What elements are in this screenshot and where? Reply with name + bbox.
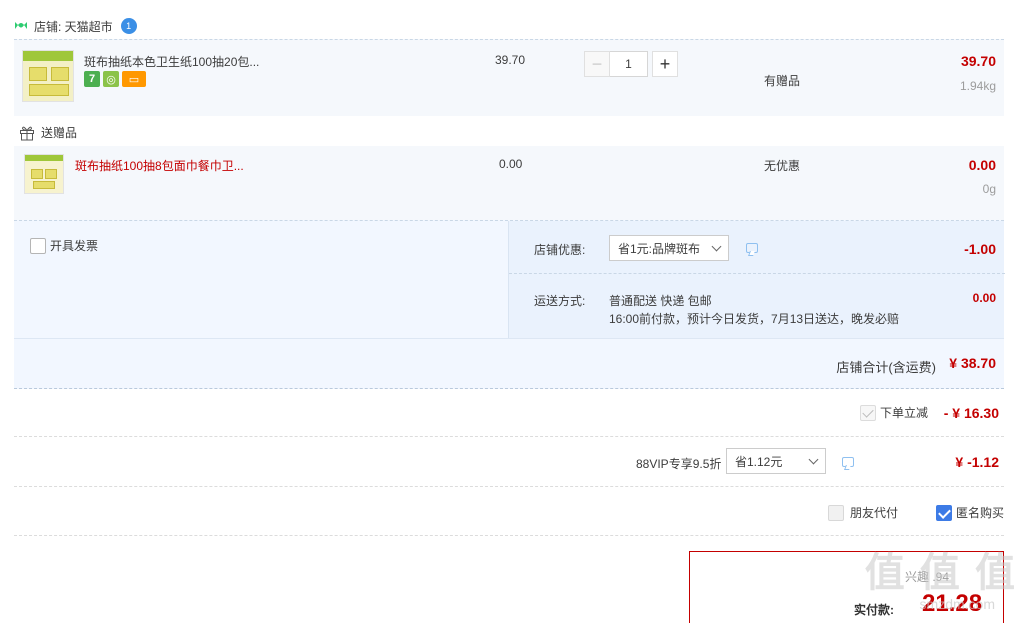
gift-unit-price: 0.00	[499, 157, 523, 171]
chevron-down-icon	[808, 454, 819, 464]
watermark-sub: smzdm.com	[919, 596, 995, 612]
friend-pay-checkbox[interactable]	[828, 504, 844, 521]
friend-pay-option: 朋友代付	[828, 504, 898, 521]
gift-header: 送赠品	[19, 124, 77, 141]
shop-options: 店铺优惠: 省1元:品牌斑布 -1.00 运送方式: 普通配送 快递 包邮 16…	[508, 221, 1005, 338]
shipping-label: 运送方式:	[534, 294, 586, 308]
service-badges: 7 ◎ ▭	[84, 71, 146, 87]
anonymous-option: 匿名购买	[936, 504, 1004, 521]
instant-discount-row: 下单立减	[860, 404, 928, 421]
item-weight: 1.94kg	[959, 79, 996, 93]
item-total: 39.70	[960, 53, 996, 69]
shop-total-label: 店铺合计(含运费)	[836, 360, 936, 375]
vip-label: 88VIP专享9.5折	[636, 457, 722, 471]
instant-discount-checkbox[interactable]	[860, 404, 876, 421]
item-thumbnail[interactable]	[22, 50, 74, 102]
wangwang-chat-icon[interactable]: 1	[120, 18, 137, 34]
vip-discount-select[interactable]: 省1.12元	[726, 448, 826, 474]
shop-discount-selected: 省1元:品牌斑布	[618, 241, 701, 256]
item-unit-price: 39.70	[495, 53, 526, 67]
item-promo: 有赠品	[764, 74, 801, 88]
anonymous-label: 匿名购买	[956, 506, 1005, 520]
guarantee-icon: ◎	[103, 71, 119, 87]
gift-item-row: 斑布抽纸100抽8包面巾餐巾卫... 0.00 无优惠 0.00 0g	[14, 146, 1004, 220]
message-icon[interactable]	[842, 457, 854, 467]
gift-promo: 无优惠	[764, 159, 801, 173]
cart-item-row: 斑布抽纸本色卫生纸100抽20包... 7 ◎ ▭ 39.70 − 1 + 有赠…	[14, 39, 1004, 116]
vip-selected: 省1.12元	[735, 454, 783, 469]
gift-header-label: 送赠品	[41, 126, 78, 140]
order-options: 开具发票 店铺优惠: 省1元:品牌斑布 -1.00 运送方式: 普通配送 快递 …	[14, 220, 1005, 389]
gift-weight: 0g	[982, 182, 996, 196]
payment-label: 实付款:	[854, 603, 894, 617]
shop-total-amount: ¥ 38.70	[949, 355, 996, 371]
message-icon[interactable]	[746, 243, 758, 253]
shop-name[interactable]: 店铺: 天猫超市	[34, 18, 113, 35]
gift-thumbnail[interactable]	[24, 154, 64, 194]
decrease-quantity-button[interactable]: −	[584, 51, 610, 77]
seven-day-return-icon: 7	[84, 71, 100, 87]
invoice-label: 开具发票	[50, 239, 99, 253]
shop-total-row: 店铺合计(含运费) ¥ 38.70	[14, 338, 1004, 389]
shipping-method: 普通配送 快递 包邮	[609, 294, 712, 308]
increase-quantity-button[interactable]: +	[652, 51, 678, 77]
shop-discount-select[interactable]: 省1元:品牌斑布	[609, 235, 729, 261]
shop-header: 店铺: 天猫超市 1	[14, 14, 137, 38]
chevron-down-icon	[711, 241, 722, 251]
instant-discount-amount: - ¥ 16.30	[943, 405, 999, 421]
shipping-detail: 16:00前付款，预计今日发货，7月13日送达，晚发必赔	[609, 312, 900, 326]
shop-discount-amount: -1.00	[964, 241, 996, 257]
anonymous-checkbox[interactable]	[936, 504, 952, 521]
shop-discount-label: 店铺优惠:	[534, 243, 586, 257]
gift-icon	[20, 126, 34, 140]
invoice-checkbox[interactable]	[30, 237, 46, 254]
shipping-amount: 0.00	[972, 291, 996, 305]
item-title[interactable]: 斑布抽纸本色卫生纸100抽20包...	[84, 53, 259, 70]
gift-total: 0.00	[968, 157, 996, 173]
gift-title[interactable]: 斑布抽纸100抽8包面巾餐巾卫...	[75, 157, 244, 174]
invoice-section: 开具发票	[14, 221, 508, 338]
tmall-logo-icon	[15, 22, 27, 29]
vip-amount: ¥ -1.12	[955, 454, 999, 470]
friend-pay-label: 朋友代付	[850, 506, 899, 520]
quantity-input[interactable]: 1	[610, 51, 648, 77]
quantity-stepper: − 1 +	[584, 51, 678, 77]
watermark: 值 值 值	[864, 551, 1017, 595]
card-payment-icon: ▭	[122, 71, 146, 87]
instant-discount-label: 下单立减	[880, 406, 929, 420]
